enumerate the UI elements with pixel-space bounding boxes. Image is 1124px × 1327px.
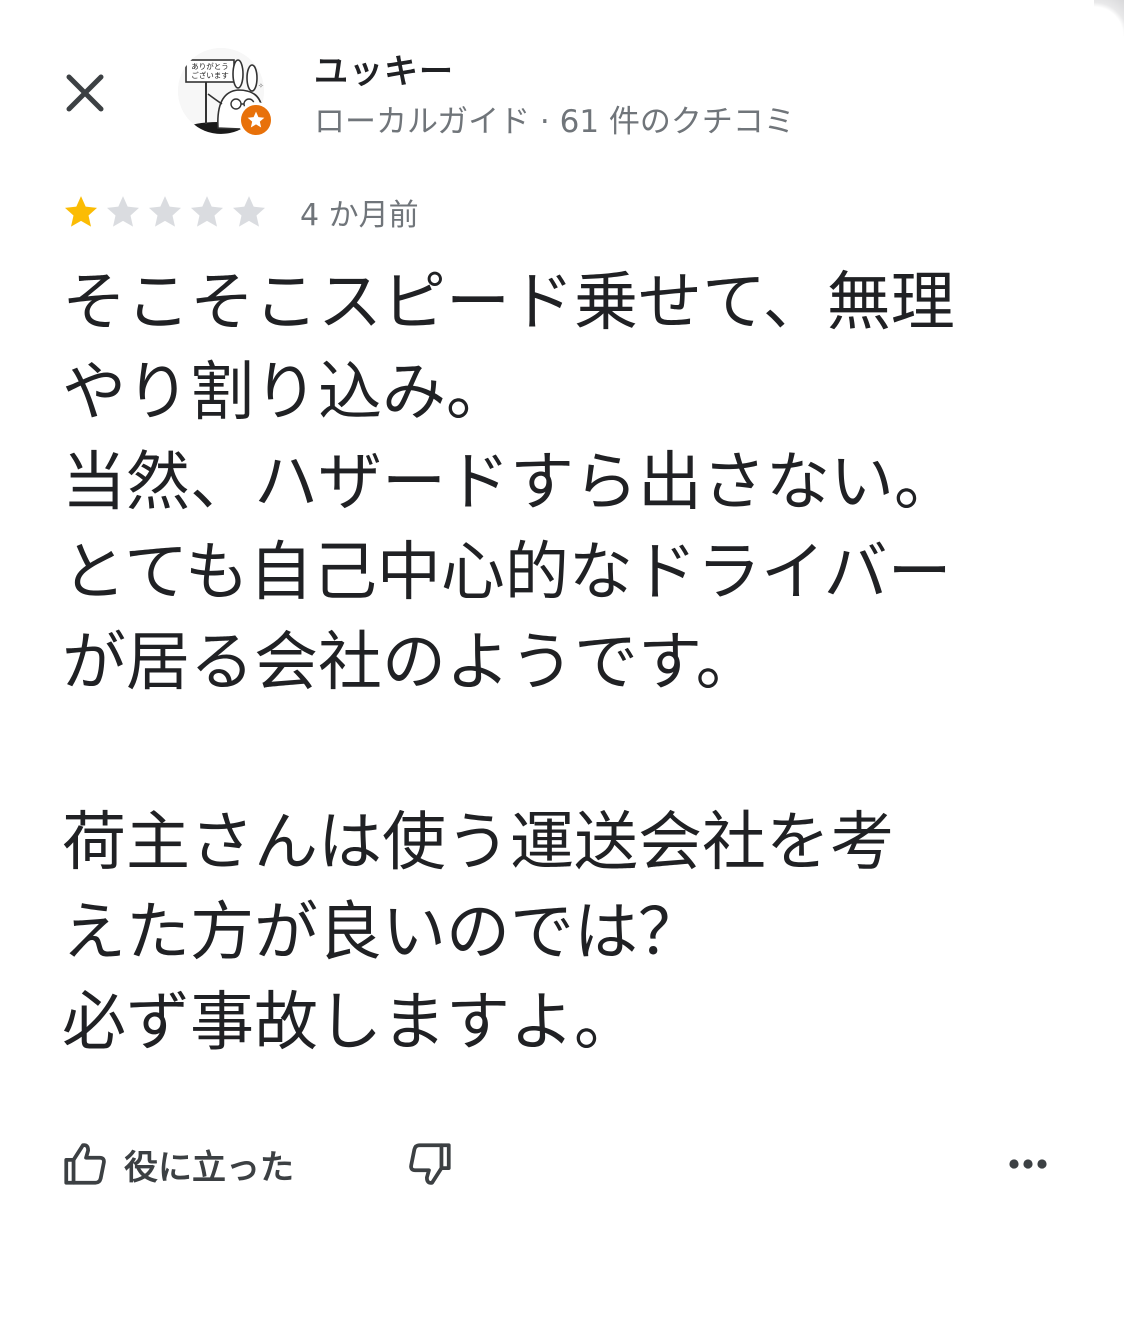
review-line [62,708,1072,798]
close-icon [66,74,104,112]
star-filled-icon [65,196,97,227]
thumbs-down-icon [409,1143,451,1185]
review-line: そこそこスピード乗せて、無理 [62,266,955,340]
review-detail-page: ありがとう ございます ✦ ✧ ユッキー ローカルガイド · 61 件のクチコミ… [0,0,1124,1327]
review-date: 4 か月前 [300,198,419,233]
star-empty-icon [233,196,265,227]
close-button[interactable] [58,66,112,120]
review-line: 必ず事故しますよ。 [62,986,638,1060]
user-meta: ローカルガイド · 61 件のクチコミ [314,104,795,140]
dislike-button[interactable] [400,1134,460,1194]
user-name[interactable]: ユッキー [314,44,454,93]
more-options-button[interactable] [1000,1138,1056,1190]
star-empty-icon [149,196,181,227]
review-actions: 役に立った [60,1132,1060,1196]
svg-text:✦: ✦ [256,57,263,66]
rating-row: 4 か月前 [60,190,419,234]
more-horizontal-icon [1009,1159,1047,1169]
review-line: 当然、ハザードすら出さない。 [62,446,958,520]
review-line: えた方が良いのでは？ [62,896,702,970]
review-line: が居る会社のようです。 [62,626,760,700]
star-empty-icon [107,196,139,227]
star-rating [60,192,270,232]
svg-text:✧: ✧ [258,82,264,90]
avatar-sign-line1: ありがとう [191,61,229,71]
local-guide-star-icon [247,111,265,128]
review-line: やり割り込み。 [62,356,510,430]
review-text: そこそこスピード乗せて、無理 やり割り込み。当然、ハザードすら出さない。 とても自己… [62,258,1072,1068]
local-guide-badge [238,102,274,138]
thumbs-up-icon [64,1143,106,1185]
review-line: とても自己中心的なドライバー [62,536,952,610]
helpful-label: 役に立った [124,1147,294,1188]
user-avatar[interactable]: ありがとう ございます ✦ ✧ [178,48,274,142]
avatar-sign-line2: ございます [191,70,229,80]
star-empty-icon [191,196,223,227]
review-line: 荷主さんは使う運送会社を考 [62,806,894,880]
corner-shadow [1094,0,1124,36]
helpful-button[interactable]: 役に立った [60,1132,294,1196]
